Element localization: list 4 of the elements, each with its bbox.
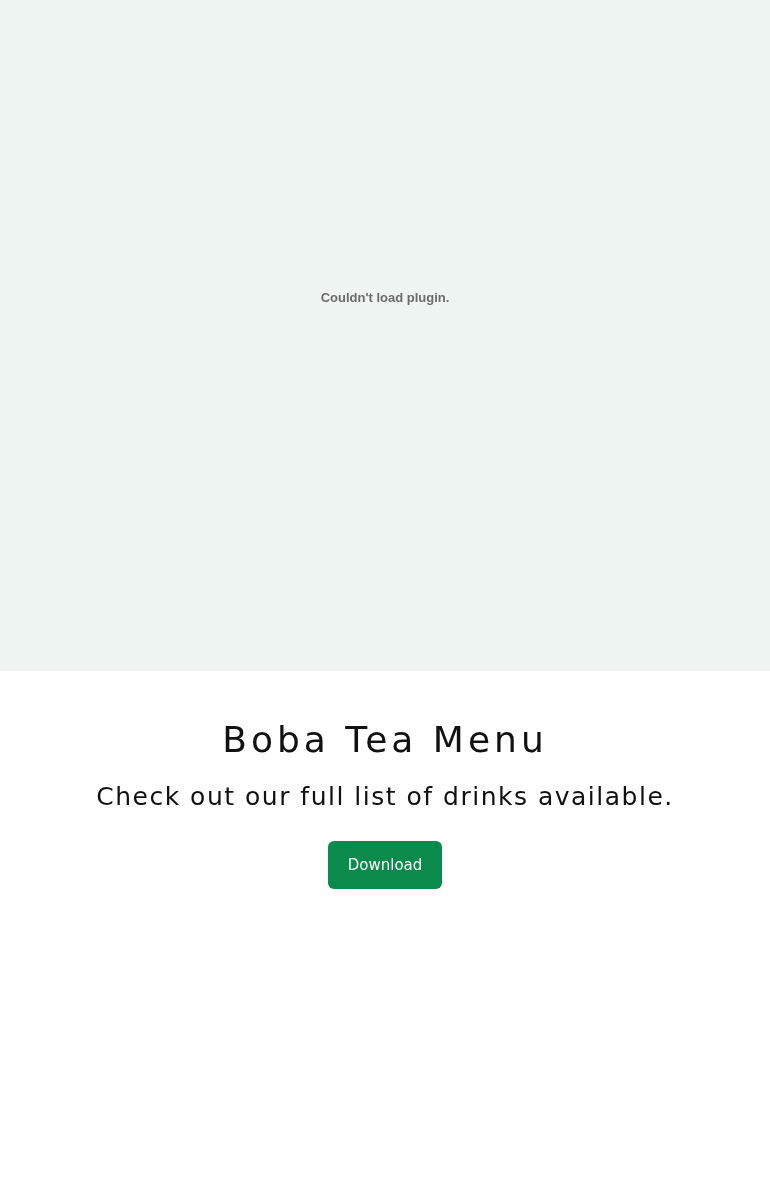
menu-subtitle: Check out our full list of drinks available. (96, 782, 674, 811)
menu-title: Boba Tea Menu (222, 719, 548, 760)
plugin-error-message: Couldn't load plugin. (320, 290, 450, 305)
download-button[interactable]: Download (328, 841, 442, 889)
